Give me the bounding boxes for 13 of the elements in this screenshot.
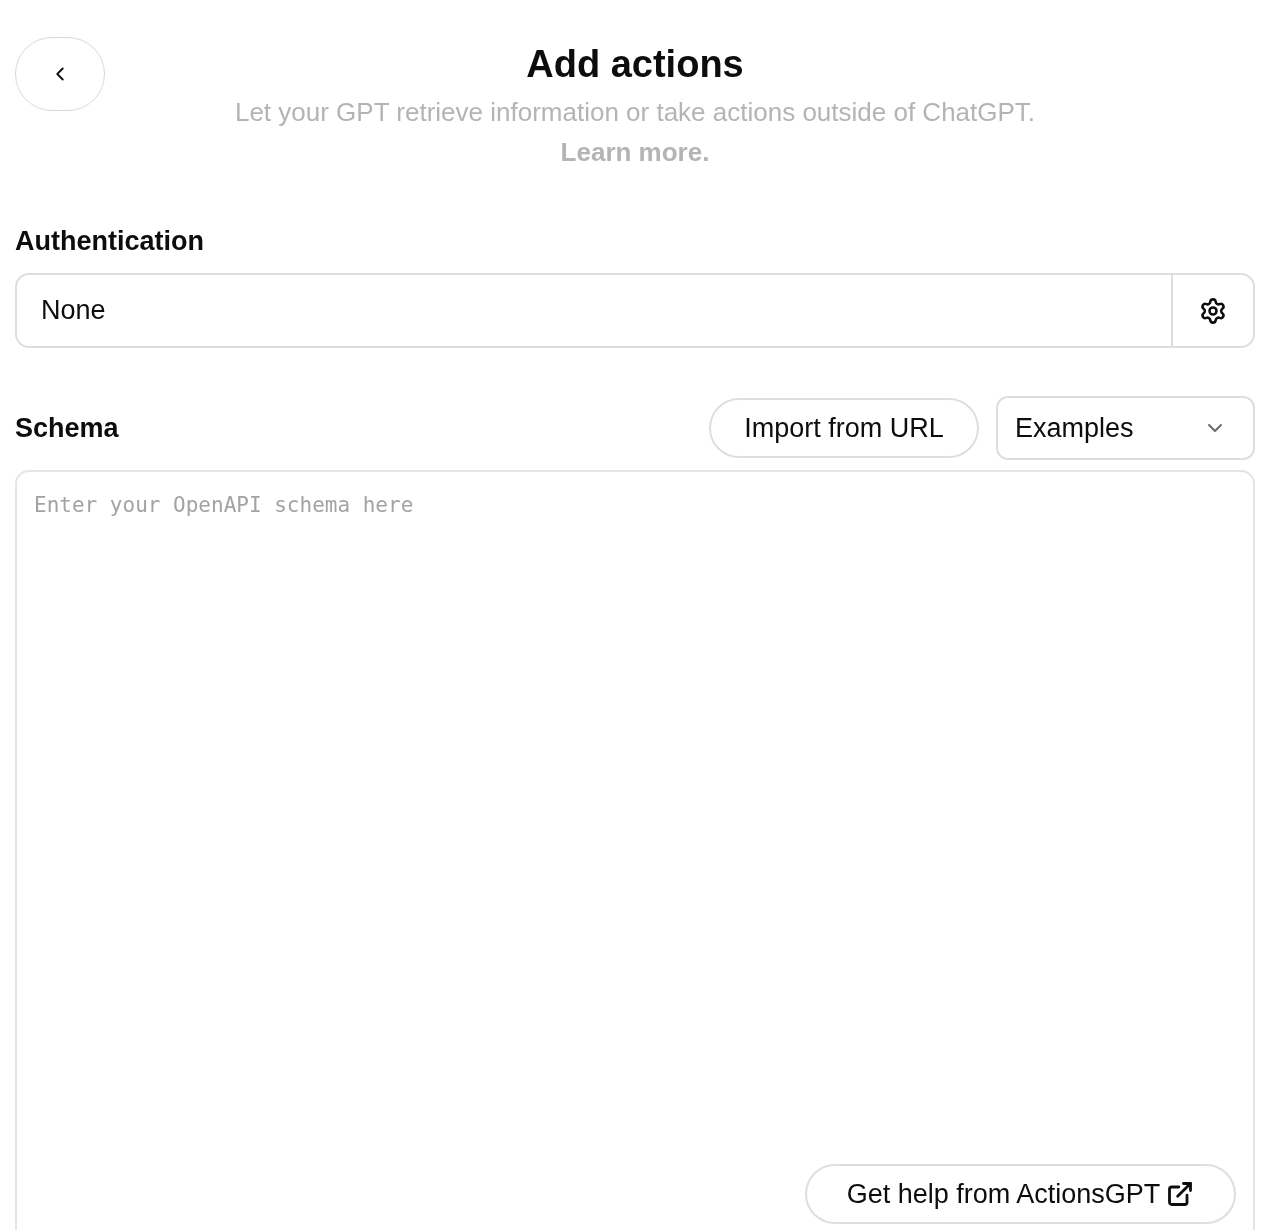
authentication-label: Authentication (15, 225, 205, 258)
authentication-field[interactable]: None (15, 273, 1255, 348)
schema-textarea[interactable]: Enter your OpenAPI schema here Get help from ActionsGPT (15, 470, 1255, 1230)
schema-placeholder: Enter your OpenAPI schema here (34, 493, 414, 517)
schema-label: Schema (15, 411, 120, 445)
external-link-icon (1166, 1180, 1195, 1208)
page-title: Add actions (526, 42, 744, 87)
authentication-value: None (40, 294, 107, 328)
settings-icon (1199, 296, 1227, 325)
import-button[interactable]: Import from URL (709, 398, 979, 458)
examples-select[interactable]: Examples (996, 396, 1255, 460)
page-subtitle: Let your GPT retrieve information or take actions outside of ChatGPT. (234, 96, 1036, 129)
help-button[interactable]: Get help from ActionsGPT (805, 1164, 1236, 1224)
